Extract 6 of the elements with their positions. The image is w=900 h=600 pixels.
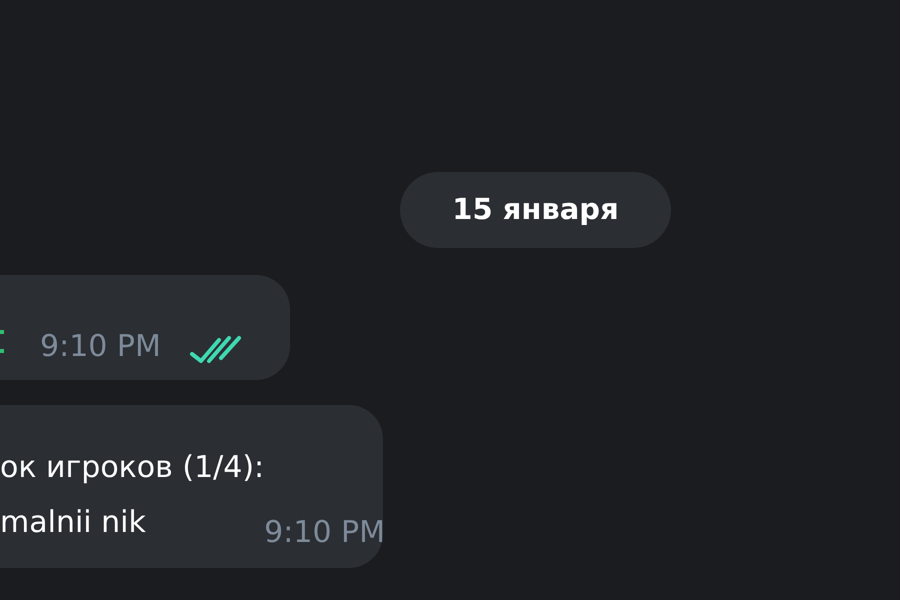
message-text: malnii nik (0, 504, 147, 542)
message-text: ок игроков (1/4): (0, 449, 264, 487)
date-separator: 15 января (400, 172, 671, 248)
message-time: 9:10 PM (40, 332, 161, 362)
glyph-fragment-icon (0, 330, 4, 354)
message-time: 9:10 PM (264, 518, 386, 548)
